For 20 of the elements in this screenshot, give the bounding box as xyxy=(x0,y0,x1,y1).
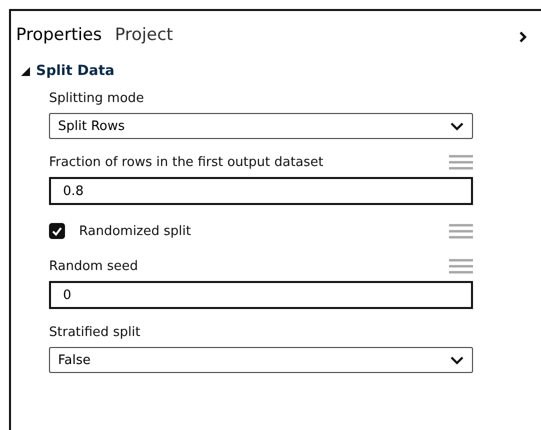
drag-handle-icon[interactable] xyxy=(449,258,473,274)
chevron-down-icon xyxy=(450,122,464,130)
field-label: Fraction of rows in the first output dataset xyxy=(49,154,324,170)
dropdown[interactable]: Split Rows xyxy=(49,113,473,139)
field-label: Random seed xyxy=(49,258,138,274)
input-field[interactable]: 0.8 xyxy=(49,177,473,205)
section-header[interactable]: Split Data xyxy=(21,63,114,79)
drag-handle-icon[interactable] xyxy=(449,154,473,170)
input-field[interactable]: 0 xyxy=(49,281,473,309)
chevron-down-icon xyxy=(450,356,464,364)
chevron-right-icon[interactable] xyxy=(519,31,527,43)
panel-tab[interactable]: Project xyxy=(114,25,174,45)
panel-tab[interactable]: Properties xyxy=(16,25,102,45)
checkbox[interactable] xyxy=(49,223,65,239)
checkmark-icon xyxy=(52,226,62,236)
checkbox-label: Randomized split xyxy=(79,224,191,238)
dropdown[interactable]: False xyxy=(49,347,473,373)
field-label: Stratified split xyxy=(49,324,140,340)
drag-handle-icon[interactable] xyxy=(449,223,473,239)
field-label: Splitting mode xyxy=(49,90,144,106)
